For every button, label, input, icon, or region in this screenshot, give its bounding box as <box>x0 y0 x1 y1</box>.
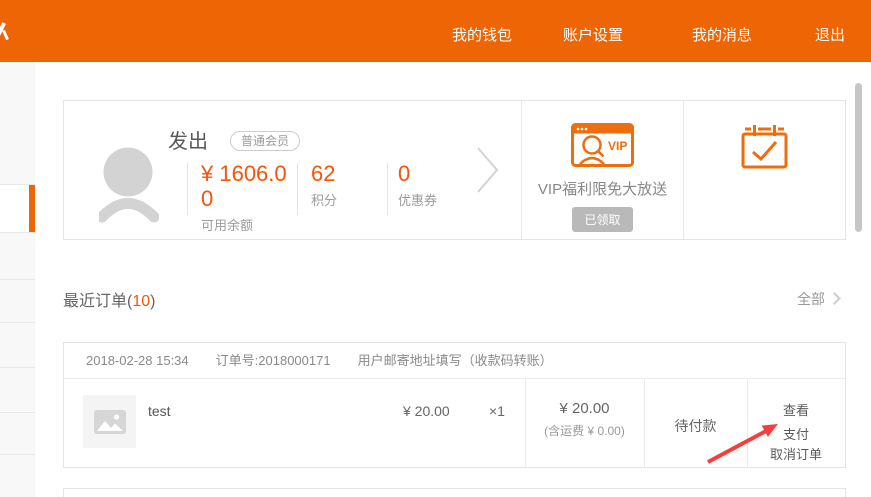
view-all-label: 全部 <box>797 291 825 307</box>
chevron-right-icon <box>828 292 841 305</box>
balance-value: ¥ 1606.00 <box>201 161 298 211</box>
order-total: ¥ 20.00 <box>525 400 644 417</box>
vip-promo-title: VIP福利限免大放送 <box>522 178 683 199</box>
member-level-badge: 普通会员 <box>230 131 300 151</box>
stat-balance[interactable]: ¥ 1606.00 可用余额 <box>201 161 298 234</box>
logo-mark <box>2 30 9 40</box>
username: 发出 <box>168 125 208 154</box>
sidebar-item-active[interactable] <box>0 185 35 233</box>
coupons-label: 优惠券 <box>398 190 437 209</box>
cancel-order-button[interactable]: 取消订单 <box>747 444 845 463</box>
product-thumbnail[interactable] <box>83 395 136 448</box>
recent-orders-label: 最近订单( <box>63 293 132 310</box>
order-actions-cell: 查看 支付 取消订单 <box>747 379 845 467</box>
divider <box>387 163 388 215</box>
nav-my-messages[interactable]: 我的消息 <box>692 27 752 45</box>
sidebar-item[interactable] <box>0 280 35 323</box>
active-indicator-bar <box>29 185 35 232</box>
user-center-page: 我的钱包 账户设置 我的消息 退出 发出 普通会员 ¥ 1606.00 可用余额 <box>0 0 871 497</box>
order-number: 订单号:2018000171 <box>216 343 331 378</box>
order-card: 2018-02-28 15:34 订单号:2018000171 用户邮寄地址填写… <box>63 342 846 468</box>
stat-coupons[interactable]: 0 优惠券 <box>398 161 437 209</box>
image-placeholder-icon <box>94 410 126 434</box>
vip-claimed-badge[interactable]: 已领取 <box>572 207 632 232</box>
vip-promo-block: VIP VIP福利限免大放送 已领取 <box>522 101 683 239</box>
order-datetime: 2018-02-28 15:34 <box>86 343 189 378</box>
avatar[interactable] <box>99 145 159 225</box>
order-card-partial <box>63 488 846 497</box>
view-all-link[interactable]: 全部 <box>797 289 839 309</box>
order-body-row: test ¥ 20.00 ×1 ¥ 20.00 (含运费 ¥ 0.00) 待付款… <box>64 379 845 467</box>
order-status: 待付款 <box>644 416 747 436</box>
sidebar <box>0 62 35 497</box>
points-label: 积分 <box>311 190 337 209</box>
recent-orders-label-suffix: ) <box>150 293 155 310</box>
vip-window-search-icon: VIP <box>571 123 634 167</box>
calendar-check-icon[interactable] <box>741 125 788 169</box>
user-summary-card: 发出 普通会员 ¥ 1606.00 可用余额 62 积分 0 优惠券 <box>63 100 846 240</box>
shipping-note: (含运费 ¥ 0.00) <box>525 422 644 439</box>
chevron-right-icon[interactable] <box>476 146 500 194</box>
svg-text:VIP: VIP <box>608 139 627 153</box>
nav-logout[interactable]: 退出 <box>815 27 845 45</box>
sidebar-item[interactable] <box>0 62 35 185</box>
unit-price: ¥ 20.00 <box>403 403 450 419</box>
balance-label: 可用余额 <box>201 215 298 234</box>
order-total-cell: ¥ 20.00 (含运费 ¥ 0.00) <box>525 379 644 439</box>
order-address-note: 用户邮寄地址填写（收款码转账） <box>358 343 553 378</box>
scrollbar-thumb[interactable] <box>855 83 862 232</box>
sign-in-block <box>684 101 845 239</box>
sidebar-item[interactable] <box>0 233 35 280</box>
divider <box>187 163 188 215</box>
nav-my-wallet[interactable]: 我的钱包 <box>452 27 512 45</box>
recent-orders-title: 最近订单(10) <box>63 287 155 311</box>
top-navbar: 我的钱包 账户设置 我的消息 退出 <box>0 0 871 62</box>
points-value: 62 <box>311 161 337 186</box>
product-name[interactable]: test <box>148 403 171 419</box>
stat-points[interactable]: 62 积分 <box>311 161 337 209</box>
view-order-button[interactable]: 查看 <box>747 400 845 419</box>
sidebar-item[interactable] <box>0 413 35 455</box>
pay-button[interactable]: 支付 <box>747 424 845 443</box>
order-status-cell: 待付款 <box>644 379 747 436</box>
sidebar-item[interactable] <box>0 368 35 413</box>
quantity: ×1 <box>489 403 505 419</box>
order-header-row: 2018-02-28 15:34 订单号:2018000171 用户邮寄地址填写… <box>64 343 845 379</box>
sidebar-item[interactable] <box>0 455 35 497</box>
coupons-value: 0 <box>398 161 437 186</box>
sidebar-item[interactable] <box>0 323 35 368</box>
orders-count: 10 <box>132 293 150 310</box>
nav-account-settings[interactable]: 账户设置 <box>563 27 623 45</box>
